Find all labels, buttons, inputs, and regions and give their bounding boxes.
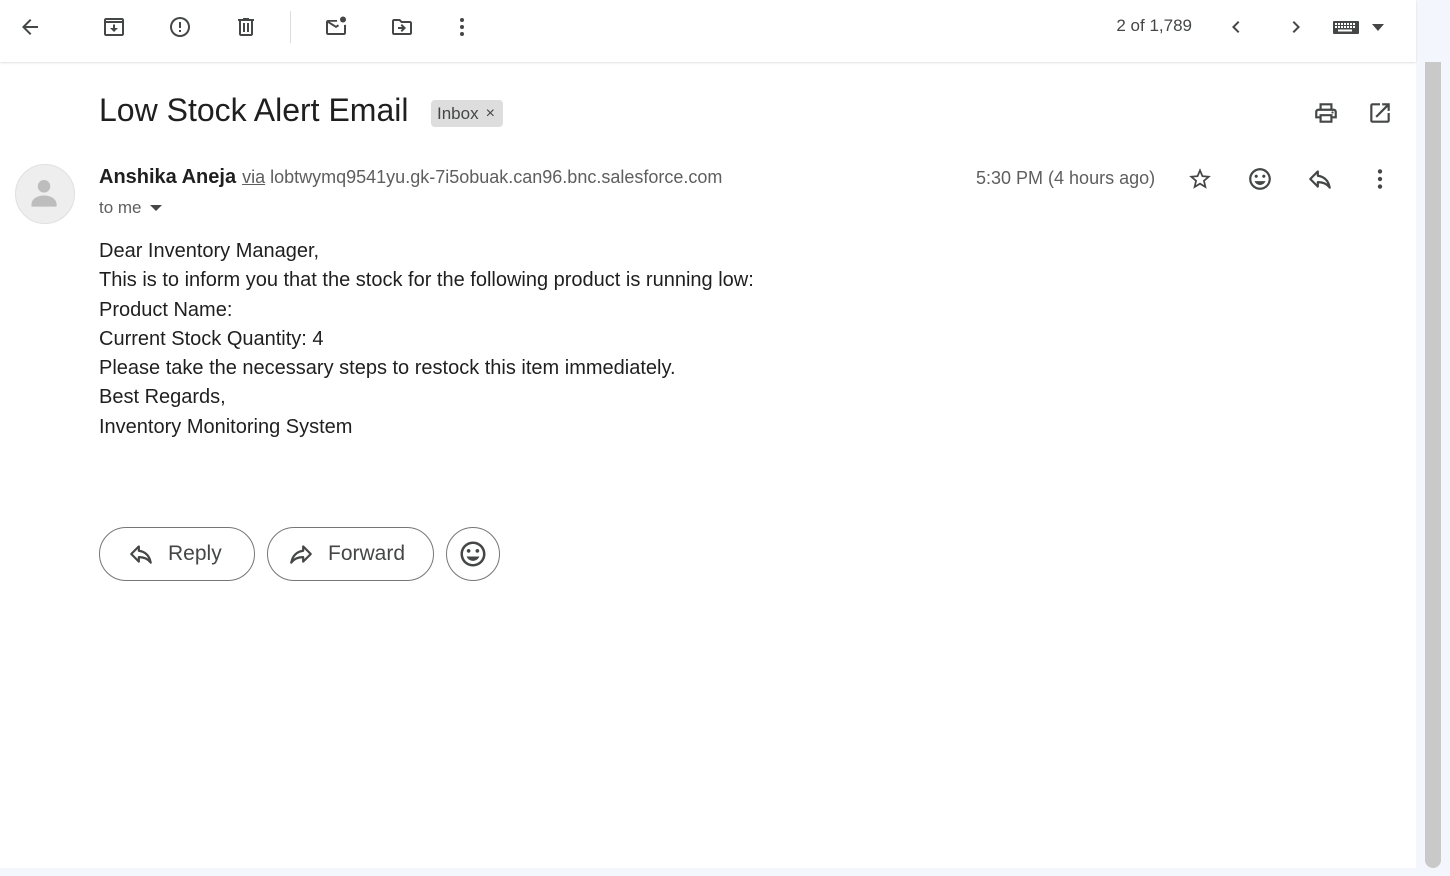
mark-unread-button[interactable] — [316, 7, 356, 47]
body-line: Inventory Monitoring System — [99, 415, 353, 438]
delete-button[interactable] — [226, 7, 266, 47]
body-line: Current Stock Quantity: 4 — [99, 327, 324, 350]
reply-label: Reply — [168, 542, 222, 565]
body-line: Please take the necessary steps to resto… — [99, 357, 676, 380]
inbox-label-chip[interactable]: Inbox × — [431, 100, 503, 127]
recipient-text: to me — [99, 198, 142, 217]
smiley-icon — [460, 541, 486, 567]
person-icon — [31, 179, 57, 207]
open-in-new-icon — [1370, 103, 1390, 123]
move-to-folder-icon — [392, 19, 412, 35]
sender-avatar[interactable] — [15, 164, 75, 224]
older-button[interactable] — [1276, 7, 1316, 47]
chevron-down-icon — [1372, 23, 1384, 31]
label-text: Inbox — [437, 103, 479, 123]
more-options-button[interactable] — [442, 7, 482, 47]
reply-icon — [130, 545, 152, 564]
back-button[interactable] — [10, 7, 50, 47]
chevron-left-icon — [1232, 21, 1240, 33]
report-icon — [170, 17, 190, 37]
body-line: Dear Inventory Manager, — [99, 240, 320, 262]
mark-unread-icon — [326, 16, 346, 35]
archive-button[interactable] — [94, 7, 134, 47]
body-line: Best Regards, — [99, 386, 226, 409]
chevron-right-icon — [1292, 21, 1300, 33]
forward-pill-button[interactable]: Forward — [267, 527, 434, 581]
smiley-icon — [1249, 168, 1271, 190]
recipient-details-toggle[interactable]: to me — [99, 198, 162, 218]
newer-button[interactable] — [1216, 7, 1256, 47]
archive-icon — [104, 18, 124, 36]
message-timestamp: 5:30 PM (4 hours ago) — [976, 168, 1156, 188]
input-tools-button[interactable] — [1332, 12, 1390, 42]
add-reaction-button[interactable] — [1240, 159, 1280, 199]
sender-address: lobtwymq9541yu.gk-7i5obuak.can96.bnc.sal… — [270, 167, 723, 187]
star-outline-icon — [1189, 168, 1211, 189]
message-counter: 2 of 1,789 — [1116, 16, 1192, 35]
via-link[interactable]: via — [242, 167, 265, 187]
sender-name[interactable]: Anshika Aneja — [99, 166, 236, 188]
move-to-button[interactable] — [382, 7, 422, 47]
toolbar-divider — [290, 11, 291, 43]
message-subject: Low Stock Alert Email — [99, 92, 409, 128]
print-icon — [1315, 103, 1337, 123]
body-line: This is to inform you that the stock for… — [99, 269, 754, 292]
body-line: Product Name: — [99, 298, 233, 321]
reply-icon — [1309, 170, 1331, 189]
message-body: Dear Inventory Manager, This is to infor… — [99, 237, 754, 442]
scrollbar[interactable] — [1425, 62, 1441, 868]
more-vert-icon — [1377, 169, 1383, 189]
emoji-reaction-button[interactable] — [446, 527, 500, 581]
more-vert-icon — [460, 18, 464, 36]
bottom-strip — [0, 868, 1450, 876]
reply-pill-button[interactable]: Reply — [99, 527, 255, 581]
trash-icon — [238, 18, 254, 36]
remove-label-icon[interactable]: × — [486, 105, 495, 123]
forward-label: Forward — [328, 542, 406, 565]
caret-down-icon — [149, 205, 162, 211]
sender-line: Anshika Aneja via lobtwymq9541yu.gk-7i5obu… — [99, 166, 722, 189]
arrow-back-icon — [22, 19, 38, 35]
reply-button[interactable] — [1300, 159, 1340, 199]
open-in-new-window-button[interactable] — [1360, 93, 1400, 133]
keyboard-icon — [1333, 21, 1359, 34]
message-toolbar: 2 of 1,789 — [0, 0, 1416, 62]
print-button[interactable] — [1306, 93, 1346, 133]
forward-icon — [290, 545, 312, 564]
message-more-button[interactable] — [1360, 159, 1400, 199]
star-button[interactable] — [1180, 159, 1220, 199]
report-spam-button[interactable] — [160, 7, 200, 47]
